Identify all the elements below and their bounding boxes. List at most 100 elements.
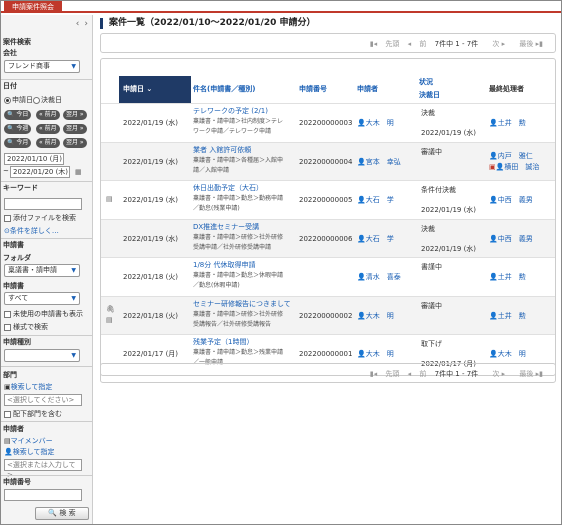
sidebar-next-button[interactable]: ›	[84, 19, 88, 29]
col-title-header[interactable]: 件名(申請書／種別)	[191, 76, 299, 103]
cell-status: 審議中	[421, 301, 442, 310]
dept-search-link[interactable]: ▣検索して指定	[4, 382, 52, 392]
applicant-input[interactable]: <選択または入力して>	[4, 459, 82, 479]
company-select[interactable]: フレンド商事 ▼	[4, 60, 80, 73]
table-row[interactable]: 2022/01/19 (水) テレワークの予定 (2/1) 稟議書・請申請＞社内制度…	[101, 103, 555, 141]
cell-handler[interactable]: 👤土井 勲	[489, 311, 526, 321]
cell-applicant[interactable]: 👤大木 明	[357, 311, 394, 321]
unused-forms-option[interactable]: 未使用の申請書も表示	[4, 309, 83, 319]
prev-month-pill[interactable]: « 前月	[36, 138, 60, 148]
cell-applicant[interactable]: 👤大石 学	[357, 234, 394, 244]
dept-sub-option[interactable]: 配下部門を含む	[4, 409, 62, 419]
form-select-value: すべて	[8, 294, 29, 302]
prev-week-pill[interactable]: « 前月	[36, 124, 60, 134]
cell-applicant[interactable]: 👤清水 喜泰	[357, 272, 401, 282]
cell-title-link[interactable]: セミナー研修報告につきまして	[193, 299, 291, 309]
table-row[interactable]: ▤ 2022/01/19 (水) 休日出勤予定（大石） 稟議書・請申請＞勤怠＞勤務申請…	[101, 180, 555, 218]
applicant-search-link[interactable]: 👤検索して指定	[4, 447, 55, 457]
company-select-value: フレンド商事	[8, 62, 50, 70]
col-date-header[interactable]: 申請日 ⌄	[119, 76, 189, 103]
folder-select[interactable]: 稟議書・請申請 ▼	[4, 264, 80, 277]
unused-forms-checkbox[interactable]	[4, 310, 11, 318]
prev-day-pill[interactable]: « 前月	[36, 110, 60, 120]
memo-icon[interactable]: ▤	[106, 195, 113, 203]
pager-last[interactable]: 最後 ▸▮	[513, 370, 543, 378]
pager-prev[interactable]: ◂ 前	[408, 370, 427, 378]
pager-next[interactable]: 次 ▸	[486, 40, 505, 48]
dept-input[interactable]: <選択してください>	[4, 394, 82, 406]
person-icon: 👤	[357, 196, 366, 204]
pager-first[interactable]: ▮◂ 先頭	[370, 370, 400, 378]
cell-handler[interactable]: 👤中西 義男	[489, 234, 533, 244]
number-input[interactable]	[4, 489, 82, 501]
table-row[interactable]: 2022/01/19 (水) DX推進セミナー受講 稟議書・請申請＞研修＞社外研修受…	[101, 218, 555, 257]
cell-handler[interactable]: 👤内戸 雅仁	[489, 151, 533, 161]
format-search-option[interactable]: 様式で検索	[4, 322, 48, 332]
cell-handler[interactable]: 👤中西 義男	[489, 195, 533, 205]
memo-icon[interactable]: ▤	[106, 316, 113, 324]
cell-applicant[interactable]: 👤大木 明	[357, 349, 394, 359]
cell-status: 取下げ	[421, 340, 442, 348]
col-handler-header[interactable]: 最終処理者	[489, 76, 553, 103]
search-button[interactable]: 🔍 検 索	[35, 507, 89, 520]
sidebar-prev-button[interactable]: ‹	[76, 19, 80, 29]
cell-applicant[interactable]: 👤宮本 幸弘	[357, 157, 401, 167]
attach-search[interactable]: 添付ファイルを検索	[4, 213, 76, 223]
cell-title-link[interactable]: 業者 入館許可依頼	[193, 145, 251, 155]
next-month-pill[interactable]: 翌月 »	[63, 138, 87, 148]
more-conditions-link[interactable]: ⊙条件を詳しく…	[4, 226, 59, 236]
next-day-pill[interactable]: 翌月 »	[63, 110, 87, 120]
cell-date: 2022/01/19 (水)	[123, 234, 179, 243]
calendar-icon[interactable]: ▦	[75, 168, 82, 176]
table-row[interactable]: 🖇 ▤ 2022/01/18 (火) セミナー研修報告につきまして 稟議書・請申請＞研修…	[101, 295, 555, 334]
cell-handler[interactable]: 👤土井 勲	[489, 272, 526, 282]
col-applicant-header[interactable]: 申請者	[357, 76, 417, 103]
cell-title-link[interactable]: 1/8分 代休取得申請	[193, 260, 256, 270]
date-from-input[interactable]: 2022/01/10 (月)	[4, 153, 64, 165]
cell-handler-2[interactable]: ▣👤横田 誠治	[489, 162, 539, 172]
cell-title-link[interactable]: テレワークの予定 (2/1)	[193, 106, 268, 116]
cell-form-kind: ／勤怠(残業申請)	[193, 205, 240, 212]
applicant-label: 申請者	[3, 425, 24, 433]
table-row[interactable]: 2022/01/18 (火) 1/8分 代休取得申請 稟議書・請申請＞勤怠＞休暇申請…	[101, 257, 555, 295]
radio-decide-date-label: 決裁日	[41, 96, 62, 104]
cell-handler[interactable]: 👤土井 勲	[489, 118, 526, 128]
cell-number: 202200000002	[299, 311, 353, 320]
kind-select[interactable]: ▼	[4, 349, 80, 362]
pager-first[interactable]: ▮◂ 先頭	[370, 40, 400, 48]
cell-applicant[interactable]: 👤大木 明	[357, 118, 394, 128]
cell-title-link[interactable]: DX推進セミナー受講	[193, 222, 259, 232]
cell-applicant[interactable]: 👤大石 学	[357, 195, 394, 205]
cell-title-link[interactable]: 残業予定（1時間）	[193, 337, 253, 347]
pager-prev[interactable]: ◂ 前	[408, 40, 427, 48]
cell-form-path: 稟議書・請申請＞研修＞社外研修	[193, 310, 284, 318]
paperclip-icon[interactable]: 🖇	[106, 305, 115, 313]
keyword-input[interactable]	[4, 198, 82, 210]
radio-apply-date[interactable]	[4, 96, 11, 104]
number-label: 申請番号	[3, 478, 31, 486]
cell-form-kind: ／勤怠(休暇申請)	[193, 282, 240, 289]
chevron-down-icon: ▼	[71, 352, 76, 359]
radio-decide-date[interactable]	[33, 96, 40, 104]
next-week-pill[interactable]: 翌月 »	[63, 124, 87, 134]
this-month-pill[interactable]: 🔍 今月	[4, 138, 32, 148]
this-week-pill[interactable]: 🔍 今週	[4, 124, 32, 134]
form-select[interactable]: すべて ▼	[4, 292, 80, 305]
attach-checkbox[interactable]	[4, 214, 11, 222]
pager-bottom: ▮◂ 先頭 ◂ 前 7件中 1 - 7件 次 ▸ 最後 ▸▮	[100, 363, 556, 383]
format-search-checkbox[interactable]	[4, 323, 11, 331]
my-member-link[interactable]: ▤マイメンバー	[4, 436, 53, 446]
tab-application-inquiry[interactable]: 申請案件照会	[4, 1, 62, 13]
today-pill[interactable]: 🔍 今日	[4, 110, 32, 120]
pager-last[interactable]: 最後 ▸▮	[513, 40, 543, 48]
col-number-header[interactable]: 申請番号	[299, 76, 357, 103]
cell-title-link[interactable]: 休日出勤予定（大石）	[193, 183, 263, 193]
col-status-header[interactable]: 状況 決裁日	[419, 76, 489, 103]
table-row[interactable]: 2022/01/19 (水) 業者 入館許可依頼 稟議書・請申請＞各種届＞入館申 請／…	[101, 141, 555, 180]
cell-number: 202200000003	[299, 119, 353, 127]
cell-handler[interactable]: 👤大木 明	[489, 349, 526, 359]
date-to-input[interactable]: 2022/01/20 (木)	[10, 166, 70, 178]
member-icon: ▤	[4, 437, 11, 445]
pager-next[interactable]: 次 ▸	[486, 370, 505, 378]
dept-sub-checkbox[interactable]	[4, 410, 11, 418]
